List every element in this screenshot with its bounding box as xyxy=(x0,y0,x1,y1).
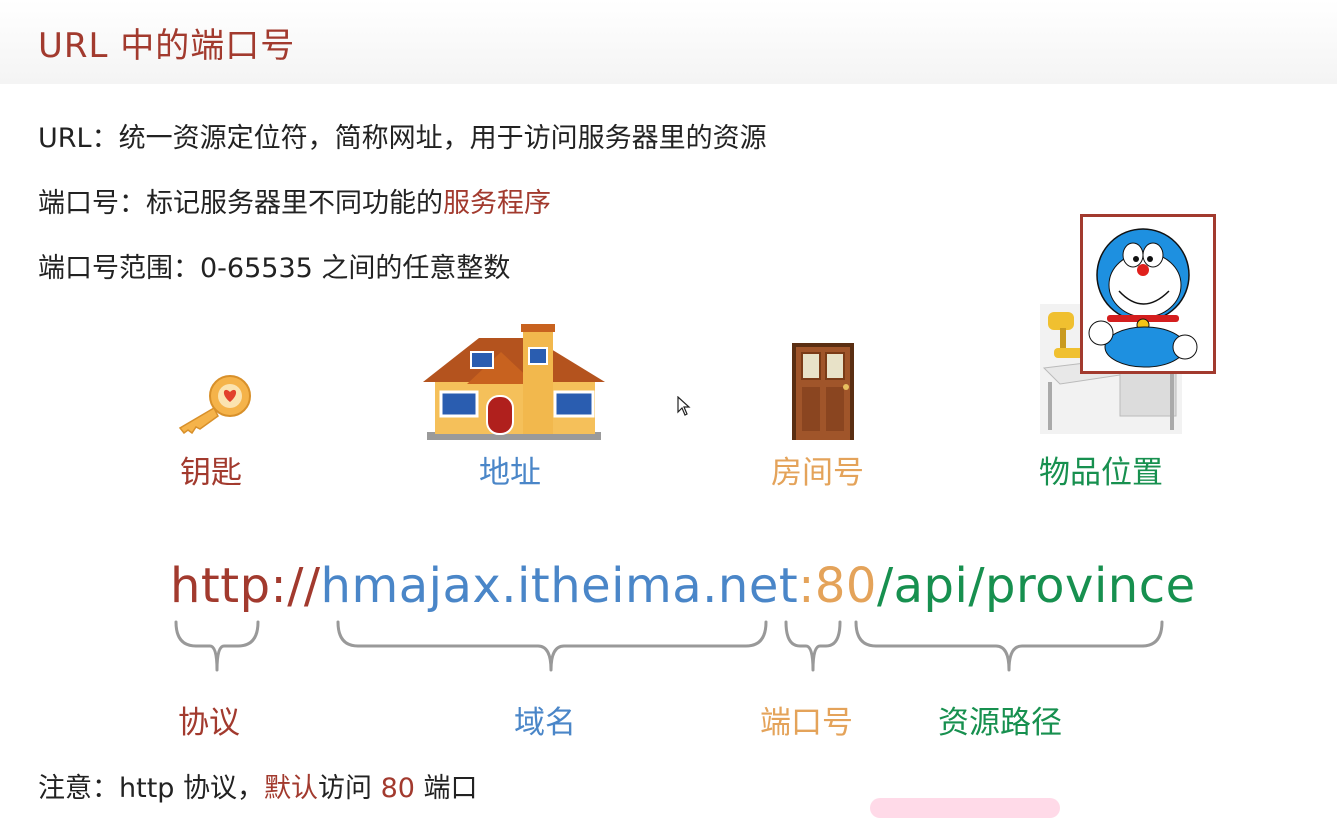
url-definition: URL：统一资源定位符，简称网址，用于访问服务器里的资源 xyxy=(38,123,767,154)
doraemon-icon xyxy=(1088,228,1198,368)
brace-path xyxy=(854,620,1164,672)
url-port: :80 xyxy=(798,558,877,614)
label-room-number: 房间号 xyxy=(771,455,864,491)
note-default: 默认 xyxy=(264,773,319,804)
segment-path-label: 资源路径 xyxy=(938,705,1062,741)
label-address: 地址 xyxy=(479,455,541,491)
note-prefix: 注意：http 协议， xyxy=(38,773,265,804)
segment-protocol-label: 协议 xyxy=(178,705,240,741)
slide-title: URL 中的端口号 xyxy=(38,26,296,66)
doraemon-frame xyxy=(1080,214,1216,374)
note-middle: 访问 xyxy=(318,773,381,804)
url-braces xyxy=(174,620,1164,672)
label-item-location: 物品位置 xyxy=(1039,455,1163,491)
note-line: 注意：http 协议，默认访问 80 端口 xyxy=(38,766,478,805)
port-definition: 端口号：标记服务器里不同功能的服务程序 xyxy=(38,181,551,220)
segment-domain-label: 域名 xyxy=(514,705,576,741)
url-domain: hmajax.itheima.net xyxy=(320,558,799,614)
url-path: /api/province xyxy=(876,558,1196,614)
url-protocol: http:// xyxy=(170,558,321,614)
note-suffix: 端口 xyxy=(414,773,478,804)
house-icon xyxy=(423,324,605,440)
door-icon xyxy=(792,343,854,440)
port-range: 端口号范围：0-65535 之间的任意整数 xyxy=(38,253,511,284)
port-definition-highlight: 服务程序 xyxy=(443,188,551,219)
cursor-icon xyxy=(677,396,691,416)
port-definition-text: 端口号：标记服务器里不同功能的 xyxy=(38,188,443,219)
brace-protocol xyxy=(174,620,260,672)
key-icon xyxy=(178,375,251,434)
note-port: 80 xyxy=(380,773,415,804)
example-url: http://hmajax.itheima.net:80/api/provinc… xyxy=(170,558,1196,614)
label-key: 钥匙 xyxy=(180,455,242,491)
segment-port-label: 端口号 xyxy=(760,705,853,741)
brace-domain xyxy=(336,620,768,672)
brace-port xyxy=(784,620,842,672)
decorative-blush xyxy=(870,798,1060,818)
